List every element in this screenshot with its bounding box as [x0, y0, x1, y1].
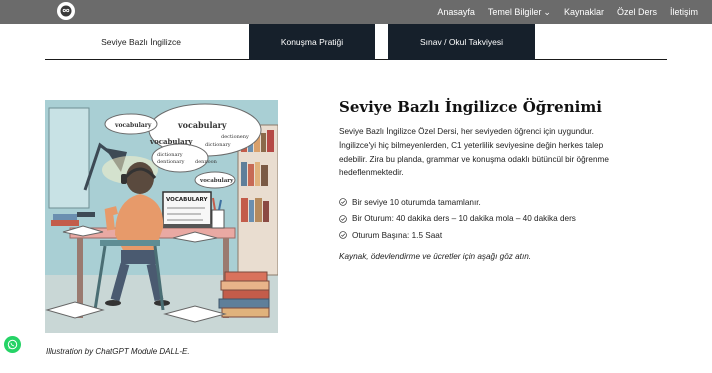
owl-logo-icon — [60, 5, 72, 17]
check-circle-icon — [339, 198, 347, 207]
site-logo[interactable] — [57, 2, 75, 20]
whatsapp-button[interactable] — [4, 336, 21, 353]
description-paragraph: Seviye Bazlı İngilizce Özel Dersi, her s… — [339, 127, 609, 178]
cloud-word: vocabulary — [177, 120, 227, 130]
studying-student-image: vocabulary vocabulary vocabulary diction… — [45, 100, 278, 333]
nav-basics[interactable]: Temel Bilgiler ⌄ — [488, 7, 551, 18]
cloud-word: dennoon — [195, 159, 218, 165]
feature-list: Bir seviye 10 oturumda tamamlanır. Bir O… — [339, 194, 576, 244]
cloud-word: vocabulary — [199, 178, 234, 184]
student-illustration: vocabulary vocabulary vocabulary diction… — [45, 100, 278, 333]
cloud-word: dictionary — [157, 152, 183, 158]
page-title: Seviye Bazlı İngilizce Öğrenimi — [339, 98, 602, 116]
tab-level-based[interactable]: Seviye Bazlı İngilizce — [45, 24, 237, 60]
main-nav: Anasayfa Temel Bilgiler ⌄ Kaynaklar Özel … — [437, 0, 698, 24]
tab-underline — [535, 24, 667, 60]
nav-private-lessons[interactable]: Özel Ders — [617, 7, 657, 17]
cloud-word: dictionary — [205, 142, 231, 148]
tab-exam-support[interactable]: Sınav / Okul Takviyesi — [388, 24, 535, 60]
nav-contact[interactable]: İletişim — [670, 7, 698, 17]
list-item-text: Bir Oturum: 40 dakika ders – 10 dakika m… — [352, 214, 576, 224]
lesson-tabs: Seviye Bazlı İngilizce Konuşma Pratiği S… — [45, 24, 667, 60]
list-item: Bir seviye 10 oturumda tamamlanır. — [339, 194, 576, 211]
cloud-word: vocabulary — [114, 122, 152, 129]
whatsapp-icon — [7, 339, 18, 350]
chevron-down-icon: ⌄ — [543, 6, 551, 17]
check-circle-icon — [339, 231, 347, 240]
nav-resources[interactable]: Kaynaklar — [564, 7, 604, 17]
cloud-word: dentionary — [157, 159, 185, 165]
tab-speaking-practice[interactable]: Konuşma Pratiği — [249, 24, 375, 60]
list-item: Oturum Başına: 1.5 Saat — [339, 227, 576, 244]
list-item: Bir Oturum: 40 dakika ders – 10 dakika m… — [339, 211, 576, 228]
cloud-word: vocabulary — [149, 137, 193, 146]
tab-spacer — [237, 24, 249, 60]
list-item-text: Oturum Başına: 1.5 Saat — [352, 230, 443, 240]
check-circle-icon — [339, 214, 347, 223]
tab-spacer — [375, 24, 388, 60]
list-item-text: Bir seviye 10 oturumda tamamlanır. — [352, 197, 481, 207]
nav-basics-label: Temel Bilgiler — [487, 6, 542, 17]
illustration-caption: Illustration by ChatGPT Module DALL-E. — [46, 347, 190, 356]
top-navbar: Anasayfa Temel Bilgiler ⌄ Kaynaklar Özel … — [0, 0, 712, 24]
resources-note: Kaynak, ödevlendirme ve ücretler için aş… — [339, 252, 532, 261]
nav-home[interactable]: Anasayfa — [437, 7, 475, 17]
laptop-word: VOCABULARY — [166, 197, 208, 203]
cloud-word: dectioneny — [221, 134, 249, 140]
